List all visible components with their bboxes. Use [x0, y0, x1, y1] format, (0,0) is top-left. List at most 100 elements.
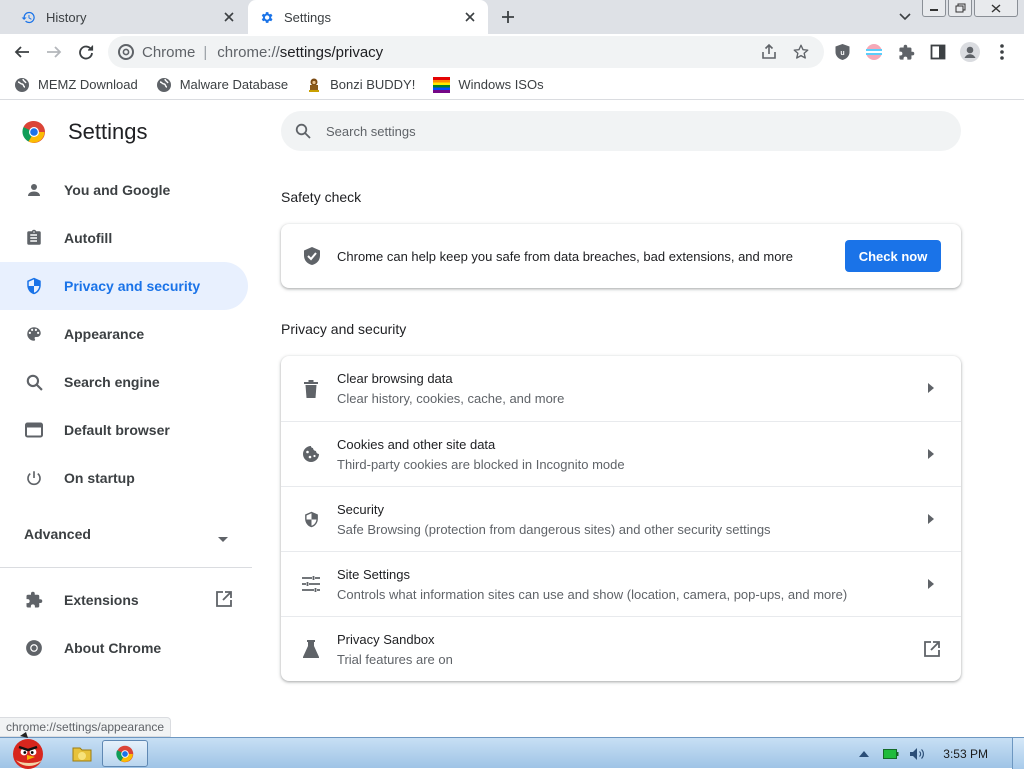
bookmark-bonzi-buddy[interactable]: Bonzi BUDDY! — [306, 77, 415, 93]
row-site-settings[interactable]: Site Settings Controls what information … — [281, 551, 961, 616]
sidebar-item-about-chrome[interactable]: About Chrome — [0, 624, 252, 672]
tab-search-button[interactable] — [896, 8, 914, 26]
row-title: Clear browsing data — [337, 371, 453, 386]
more-menu-icon[interactable] — [992, 42, 1012, 62]
restore-button[interactable] — [948, 0, 972, 17]
row-privacy-sandbox[interactable]: Privacy Sandbox Trial features are on — [281, 616, 961, 681]
shield-icon — [301, 509, 321, 529]
row-security[interactable]: Security Safe Browsing (protection from … — [281, 486, 961, 551]
share-icon[interactable] — [760, 43, 778, 66]
extensions-puzzle-icon[interactable] — [896, 42, 916, 62]
forward-button[interactable] — [44, 42, 64, 62]
settings-brand: Settings — [22, 119, 148, 145]
sidebar-advanced-toggle[interactable]: Advanced — [0, 510, 252, 558]
sidebar-item-appearance[interactable]: Appearance — [0, 310, 252, 358]
tray-expand-icon[interactable] — [859, 750, 870, 757]
show-desktop-button[interactable] — [1012, 738, 1024, 769]
volume-icon[interactable] — [909, 747, 925, 761]
window-close-button[interactable] — [974, 0, 1018, 17]
arrow-right-icon — [925, 512, 937, 526]
tab-history[interactable]: History — [0, 0, 247, 34]
minimize-icon — [930, 9, 938, 11]
browser-icon — [24, 420, 44, 440]
row-clear-browsing-data[interactable]: Clear browsing data Clear history, cooki… — [281, 356, 961, 421]
arrow-right-icon — [925, 447, 937, 461]
back-button[interactable] — [12, 42, 32, 62]
sidebar-item-autofill[interactable]: Autofill — [0, 214, 252, 262]
settings-sidebar: You and Google Autofill Privacy and secu… — [0, 166, 252, 672]
flask-icon — [301, 639, 321, 659]
sidebar-item-on-startup[interactable]: On startup — [0, 454, 252, 502]
bookmarks-bar: MEMZ Download Malware Database Bonzi BUD… — [0, 70, 1024, 100]
url-text: chrome://settings/privacy — [217, 44, 383, 61]
site-info-chip[interactable]: Chrome | — [108, 44, 217, 61]
minimize-button[interactable] — [922, 0, 946, 17]
search-box[interactable] — [281, 111, 961, 151]
taskbar-explorer-button[interactable] — [70, 740, 94, 767]
arrow-right-icon — [925, 577, 937, 591]
tab-label: Settings — [284, 9, 331, 25]
sidebar-item-privacy-and-security[interactable]: Privacy and security — [0, 262, 248, 310]
search-icon — [294, 122, 312, 140]
sidebar-item-label: You and Google — [64, 182, 171, 198]
sidebar-item-label: About Chrome — [64, 640, 162, 656]
close-icon[interactable] — [221, 9, 237, 25]
caret-down-icon — [218, 530, 228, 546]
row-cookies[interactable]: Cookies and other site data Third-party … — [281, 421, 961, 486]
sidebar-item-label: Default browser — [64, 422, 170, 438]
open-in-new-icon[interactable] — [923, 640, 941, 663]
sidebar-item-label: Advanced — [24, 526, 91, 542]
settings-page: Settings You and Google Autofill Privacy… — [0, 101, 1024, 737]
sidebar-item-label: Autofill — [64, 230, 113, 246]
safety-check-heading: Safety check — [281, 189, 362, 205]
address-bar[interactable]: Chrome | chrome://settings/privacy — [108, 36, 824, 68]
bookmark-star-icon[interactable] — [792, 43, 810, 66]
system-tray: 3:53 PM — [859, 738, 1024, 769]
chrome-logo-icon — [118, 44, 134, 60]
bonzi-icon — [306, 77, 322, 93]
sidebar-item-you-and-google[interactable]: You and Google — [0, 166, 252, 214]
bookmark-memz[interactable]: MEMZ Download — [14, 77, 138, 93]
search-input[interactable] — [326, 123, 926, 139]
bookmark-label: Windows ISOs — [458, 77, 544, 92]
pride-extension-icon[interactable] — [864, 42, 884, 62]
bookmark-label: Malware Database — [179, 77, 289, 92]
sidebar-item-label: Appearance — [64, 326, 145, 342]
reload-button[interactable] — [76, 42, 96, 62]
globe-icon — [156, 77, 172, 93]
start-button[interactable] — [6, 732, 50, 770]
row-subtitle: Controls what information sites can use … — [337, 586, 848, 602]
taskbar-chrome-button[interactable] — [102, 740, 148, 767]
sidebar-item-search-engine[interactable]: Search engine — [0, 358, 252, 406]
sidebar-item-label: Privacy and security — [64, 278, 201, 294]
new-tab-button[interactable] — [499, 8, 517, 26]
bookmark-malware-database[interactable]: Malware Database — [156, 77, 288, 93]
url-scheme: chrome:// — [217, 43, 280, 61]
power-icon — [24, 468, 44, 488]
tab-label: History — [46, 9, 87, 25]
safety-check-text: Chrome can help keep you safe from data … — [337, 248, 793, 264]
sidebar-item-extensions[interactable]: Extensions — [0, 576, 252, 624]
check-now-button[interactable]: Check now — [845, 240, 941, 272]
browser-toolbar: Chrome | chrome://settings/privacy u — [0, 34, 1024, 70]
row-title: Privacy Sandbox — [337, 631, 435, 647]
ublock-icon[interactable]: u — [832, 42, 852, 62]
bookmark-windows-isos[interactable]: Windows ISOs — [433, 76, 544, 93]
chevron-down-icon — [899, 13, 911, 21]
close-icon[interactable] — [462, 9, 478, 25]
sidebar-item-label: Search engine — [64, 374, 160, 390]
row-subtitle: Clear history, cookies, cache, and more — [337, 391, 565, 406]
sidebar-item-default-browser[interactable]: Default browser — [0, 406, 252, 454]
shield-check-icon — [302, 246, 322, 266]
chrome-logo-icon — [116, 745, 134, 762]
side-panel-icon[interactable] — [928, 42, 948, 62]
tab-settings[interactable]: Settings — [248, 0, 488, 34]
cookie-icon — [301, 444, 321, 464]
bookmark-label: Bonzi BUDDY! — [330, 77, 416, 92]
profile-avatar-icon[interactable] — [960, 42, 980, 62]
battery-icon[interactable] — [883, 748, 899, 760]
windows-flag-icon — [433, 76, 451, 93]
taskbar-clock[interactable]: 3:53 PM — [943, 747, 988, 761]
gear-icon — [258, 9, 274, 25]
sidebar-item-label: Extensions — [64, 592, 139, 608]
